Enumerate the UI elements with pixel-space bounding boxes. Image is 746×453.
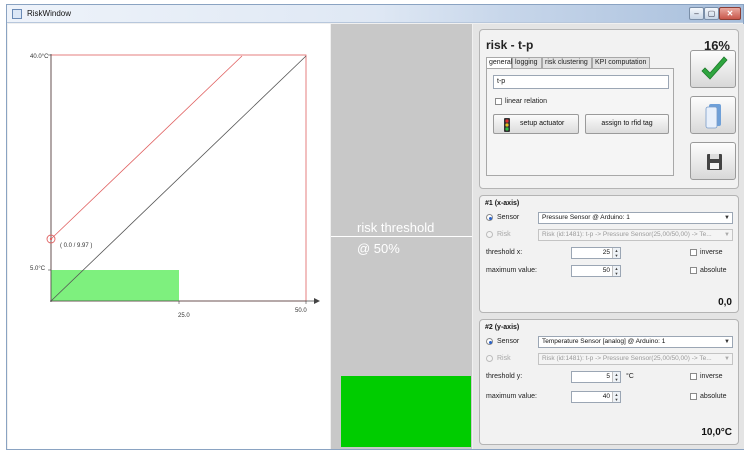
current-value-dot bbox=[49, 237, 53, 241]
copy-icon bbox=[705, 104, 721, 129]
x-sensor-radio[interactable] bbox=[486, 214, 493, 221]
threshold-line bbox=[331, 236, 472, 237]
x-risk-radio[interactable] bbox=[486, 231, 493, 238]
traffic-light-icon bbox=[504, 118, 510, 132]
x-end-label: 50.0 bbox=[295, 308, 307, 314]
x-axis-panel: #1 (x-axis) Sensor Pressure Sensor @ Ard… bbox=[479, 195, 739, 313]
chevron-down-icon: ▼ bbox=[724, 215, 730, 221]
x-axis-arrow bbox=[314, 298, 320, 304]
title-bar[interactable]: RiskWindow – ▢ ✕ bbox=[7, 5, 743, 23]
risk-threshold-column: risk threshold @ 50% bbox=[331, 24, 472, 449]
x-axis-result: 0,0 bbox=[718, 297, 732, 308]
y-axis-title: #2 (y-axis) bbox=[485, 324, 520, 331]
save-button[interactable] bbox=[690, 142, 736, 180]
floppy-disk-icon bbox=[707, 154, 722, 170]
x-risk-value: Risk (id:1481): t-p -> Pressure Sensor(2… bbox=[542, 231, 712, 238]
y-max-label: maximum value: bbox=[486, 393, 537, 400]
linear-relation-label: linear relation bbox=[505, 98, 548, 105]
x-max-value: 50 bbox=[602, 267, 610, 274]
y-inverse-label: inverse bbox=[700, 373, 723, 380]
setup-actuator-label: setup actuator bbox=[520, 120, 565, 127]
y-risk-radio[interactable] bbox=[486, 355, 493, 362]
y-threshold-value: 5 bbox=[606, 373, 610, 380]
y-inverse-checkbox[interactable] bbox=[690, 373, 697, 380]
x-inverse-label: inverse bbox=[700, 249, 723, 256]
chevron-down-icon: ▼ bbox=[724, 339, 730, 345]
spinner-arrows-icon[interactable]: ▲ ▼ bbox=[612, 372, 620, 382]
settings-panel: risk - t-p 16% general logging risk clus… bbox=[473, 24, 744, 449]
y-sensor-label: Sensor bbox=[497, 338, 520, 345]
y-risk-value: Risk (id:1481): t-p -> Pressure Sensor(2… bbox=[542, 355, 712, 362]
tab-logging[interactable]: logging bbox=[512, 57, 542, 68]
risk-free-area bbox=[51, 270, 179, 301]
checkmark-icon bbox=[701, 56, 728, 80]
tab-risk-clustering[interactable]: risk clustering bbox=[542, 57, 592, 68]
spinner-arrows-icon[interactable]: ▲ ▼ bbox=[612, 392, 620, 402]
x-absolute-label: absolute bbox=[700, 267, 727, 274]
threshold-value: @ 50% bbox=[357, 241, 400, 256]
setup-actuator-button[interactable]: setup actuator bbox=[493, 114, 579, 134]
maximize-button[interactable]: ▢ bbox=[704, 7, 719, 20]
confirm-button[interactable] bbox=[690, 50, 736, 88]
x-absolute-checkbox[interactable] bbox=[690, 267, 697, 274]
chevron-down-icon: ▼ bbox=[724, 356, 730, 362]
maximize-icon: ▢ bbox=[707, 9, 716, 18]
y-threshold-label: 5.0°C bbox=[30, 266, 46, 272]
risk-header-panel: risk - t-p 16% general logging risk clus… bbox=[479, 29, 739, 189]
y-axis-result: 10,0°C bbox=[701, 427, 732, 438]
y-top-label: 40.0°C bbox=[30, 54, 49, 60]
x-threshold-spinner[interactable]: 25 ▲ ▼ bbox=[571, 247, 621, 259]
close-button[interactable]: ✕ bbox=[719, 7, 741, 20]
x-threshold-value: 25 bbox=[602, 249, 610, 256]
risk-window: RiskWindow – ▢ ✕ 40.0°C 5.0°C ( 0.0 / 9.… bbox=[6, 4, 744, 450]
y-max-value: 40 bbox=[602, 393, 610, 400]
y-sensor-value: Temperature Sensor [analog] @ Arduino: 1 bbox=[542, 338, 666, 345]
y-absolute-label: absolute bbox=[700, 393, 727, 400]
y-sensor-select[interactable]: Temperature Sensor [analog] @ Arduino: 1… bbox=[538, 336, 733, 348]
x-max-label: maximum value: bbox=[486, 267, 537, 274]
x-inverse-checkbox[interactable] bbox=[690, 249, 697, 256]
x-risk-select[interactable]: Risk (id:1481): t-p -> Pressure Sensor(2… bbox=[538, 229, 733, 241]
x-axis-title: #1 (x-axis) bbox=[485, 200, 520, 207]
y-unit-label: °C bbox=[626, 373, 634, 380]
spinner-arrows-icon[interactable]: ▲ ▼ bbox=[612, 248, 620, 258]
y-absolute-checkbox[interactable] bbox=[690, 393, 697, 400]
y-threshold-spinner[interactable]: 5 ▲ ▼ bbox=[571, 371, 621, 383]
y-axis-panel: #2 (y-axis) Sensor Temperature Sensor [a… bbox=[479, 319, 739, 445]
minimize-button[interactable]: – bbox=[689, 7, 704, 20]
y-risk-select[interactable]: Risk (id:1481): t-p -> Pressure Sensor(2… bbox=[538, 353, 733, 365]
window-title: RiskWindow bbox=[27, 9, 72, 18]
risk-name: risk - t-p bbox=[486, 38, 534, 52]
assign-rfid-button[interactable]: assign to rfid tag bbox=[585, 114, 669, 134]
threshold-label: risk threshold bbox=[357, 220, 435, 235]
risk-name-input[interactable]: t-p bbox=[493, 75, 669, 89]
marker-label: ( 0.0 / 9.97 ) bbox=[60, 243, 92, 249]
risk-level-bar bbox=[341, 376, 471, 447]
linear-relation-checkbox[interactable] bbox=[495, 98, 502, 105]
x-max-spinner[interactable]: 50 ▲ ▼ bbox=[571, 265, 621, 277]
spinner-arrows-icon[interactable]: ▲ ▼ bbox=[612, 266, 620, 276]
x-threshold-label: threshold x: bbox=[486, 249, 523, 256]
x-sensor-label: Sensor bbox=[497, 214, 520, 221]
x-sensor-select[interactable]: Pressure Sensor @ Arduino: 1 ▼ bbox=[538, 212, 733, 224]
y-risk-label: Risk bbox=[497, 355, 511, 362]
app-icon bbox=[12, 9, 22, 19]
y-sensor-radio[interactable] bbox=[486, 338, 493, 345]
y-threshold-label: threshold y: bbox=[486, 373, 523, 380]
risk-plot: 40.0°C 5.0°C ( 0.0 / 9.97 ) 25.0 50.0 bbox=[8, 24, 330, 449]
close-icon: ✕ bbox=[726, 9, 734, 18]
tab-kpi-computation[interactable]: KPI computation bbox=[592, 57, 650, 68]
x-risk-label: Risk bbox=[497, 231, 511, 238]
copy-button[interactable] bbox=[690, 96, 736, 134]
chevron-down-icon: ▼ bbox=[724, 232, 730, 238]
minimize-icon: – bbox=[694, 9, 699, 18]
risk-plot-svg: 40.0°C 5.0°C ( 0.0 / 9.97 ) 25.0 50.0 bbox=[30, 54, 320, 319]
tab-content-general: t-p linear relation setup actuator assig… bbox=[486, 68, 674, 176]
risk-diagonal bbox=[50, 55, 307, 302]
risk-offset-line bbox=[50, 55, 243, 240]
x-sensor-value: Pressure Sensor @ Arduino: 1 bbox=[542, 214, 630, 221]
y-max-spinner[interactable]: 40 ▲ ▼ bbox=[571, 391, 621, 403]
x-mid-label: 25.0 bbox=[178, 313, 190, 319]
